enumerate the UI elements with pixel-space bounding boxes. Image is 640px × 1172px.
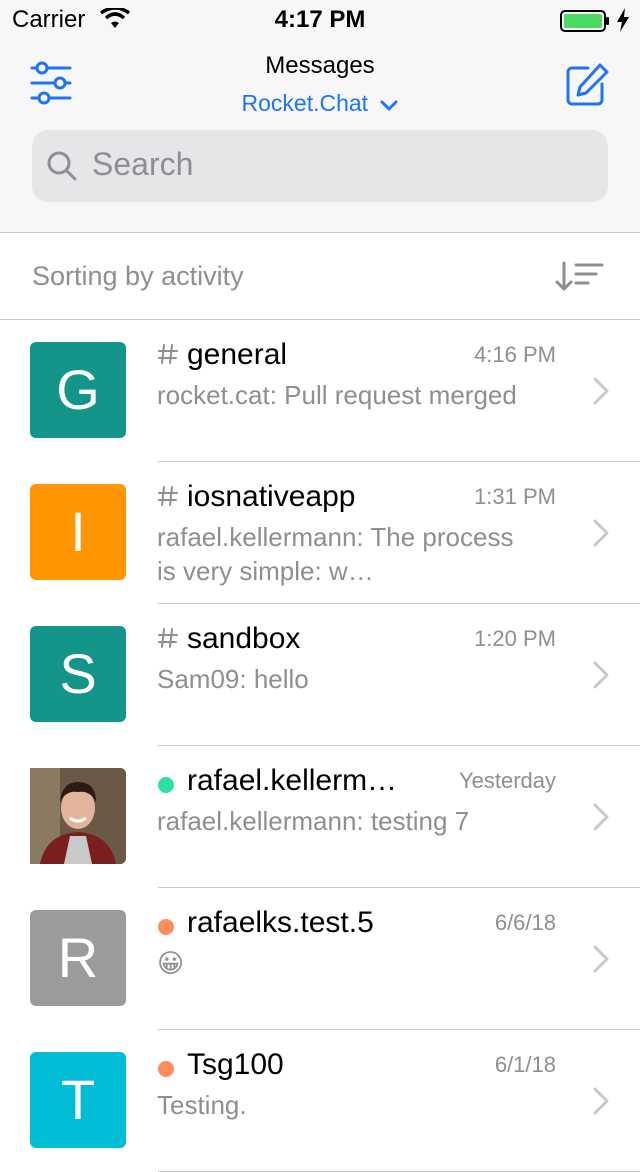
status-online-icon (158, 777, 174, 793)
room-name: rafael.kellerm… (187, 764, 398, 797)
chevron-right-icon (592, 1086, 610, 1116)
room-timestamp: 6/6/18 (494, 910, 556, 935)
room-row[interactable]: Ggeneral 4:16 PM rocket.cat: Pull request … (0, 320, 640, 462)
room-name: sandbox (187, 622, 301, 655)
server-selector[interactable]: Rocket.Chat (0, 90, 640, 118)
search-placeholder: Search (92, 146, 194, 182)
page-title: Messages (265, 52, 375, 79)
chevron-down-icon (380, 91, 398, 118)
compose-icon (566, 63, 609, 106)
navigation-header: Messages Rocket.Chat Search (0, 40, 640, 233)
sort-label: Sorting by activity (32, 261, 244, 291)
search-icon (46, 150, 78, 187)
avatar: T (30, 1052, 126, 1148)
compose-button[interactable] (564, 62, 610, 108)
search-input[interactable]: Search (32, 130, 608, 202)
chevron-right-icon (592, 802, 610, 832)
last-message-preview: Testing. (157, 1090, 247, 1120)
chevron-right-icon (592, 376, 610, 406)
room-name: Tsg100 (187, 1048, 284, 1081)
user-photo-icon (30, 768, 126, 864)
room-timestamp: 1:20 PM (474, 626, 556, 651)
status-away-icon (158, 1061, 174, 1077)
hashtag-icon (156, 626, 180, 650)
sort-icon[interactable] (554, 261, 604, 296)
rooms-list: Ggeneral 4:16 PM rocket.cat: Pull request … (0, 320, 640, 1172)
room-timestamp: 1:31 PM (474, 484, 556, 509)
status-away-icon (158, 919, 174, 935)
avatar: S (30, 626, 126, 722)
last-message-preview: rafael.kellermann: The process is very s… (157, 522, 514, 586)
room-row[interactable]: T Tsg100 6/1/18 Testing. (0, 1030, 640, 1172)
chevron-right-icon (592, 660, 610, 690)
avatar: I (30, 484, 126, 580)
room-name: iosnativeapp (187, 480, 356, 513)
server-name: Rocket.Chat (241, 90, 369, 116)
status-bar: Carrier 4:17 PM (0, 0, 640, 40)
avatar (30, 768, 126, 864)
last-message-preview: rafael.kellermann: testing 7 (157, 806, 470, 836)
room-name: rafaelks.test.5 (187, 906, 374, 939)
last-message-preview: rocket.cat: Pull request merged (157, 380, 517, 410)
hashtag-icon (156, 342, 180, 366)
room-row[interactable]: Rrafaelks.test.5 6/6/18 😀 (0, 888, 640, 1030)
sort-bar[interactable]: Sorting by activity (0, 233, 640, 320)
room-timestamp: Yesterday (458, 768, 556, 793)
charging-icon (616, 8, 630, 37)
room-row[interactable]: rafael.kellerm… Yesterday rafael.kellerman… (0, 746, 640, 888)
hashtag-icon (156, 484, 180, 508)
battery-icon (560, 10, 610, 37)
last-message-preview: 😀 (157, 948, 185, 978)
status-time: 4:17 PM (274, 6, 366, 33)
room-timestamp: 6/1/18 (494, 1052, 556, 1077)
last-message-preview: Sam09: hello (157, 664, 309, 694)
room-timestamp: 4:16 PM (474, 342, 556, 367)
chevron-right-icon (592, 944, 610, 974)
room-name: general (187, 338, 288, 371)
avatar: G (30, 342, 126, 438)
room-row[interactable]: Iiosnativeapp 1:31 PM rafael.kellermann: T… (0, 462, 640, 604)
chevron-right-icon (592, 518, 610, 548)
avatar: R (30, 910, 126, 1006)
room-row[interactable]: Ssandbox 1:20 PM Sam09: hello (0, 604, 640, 746)
